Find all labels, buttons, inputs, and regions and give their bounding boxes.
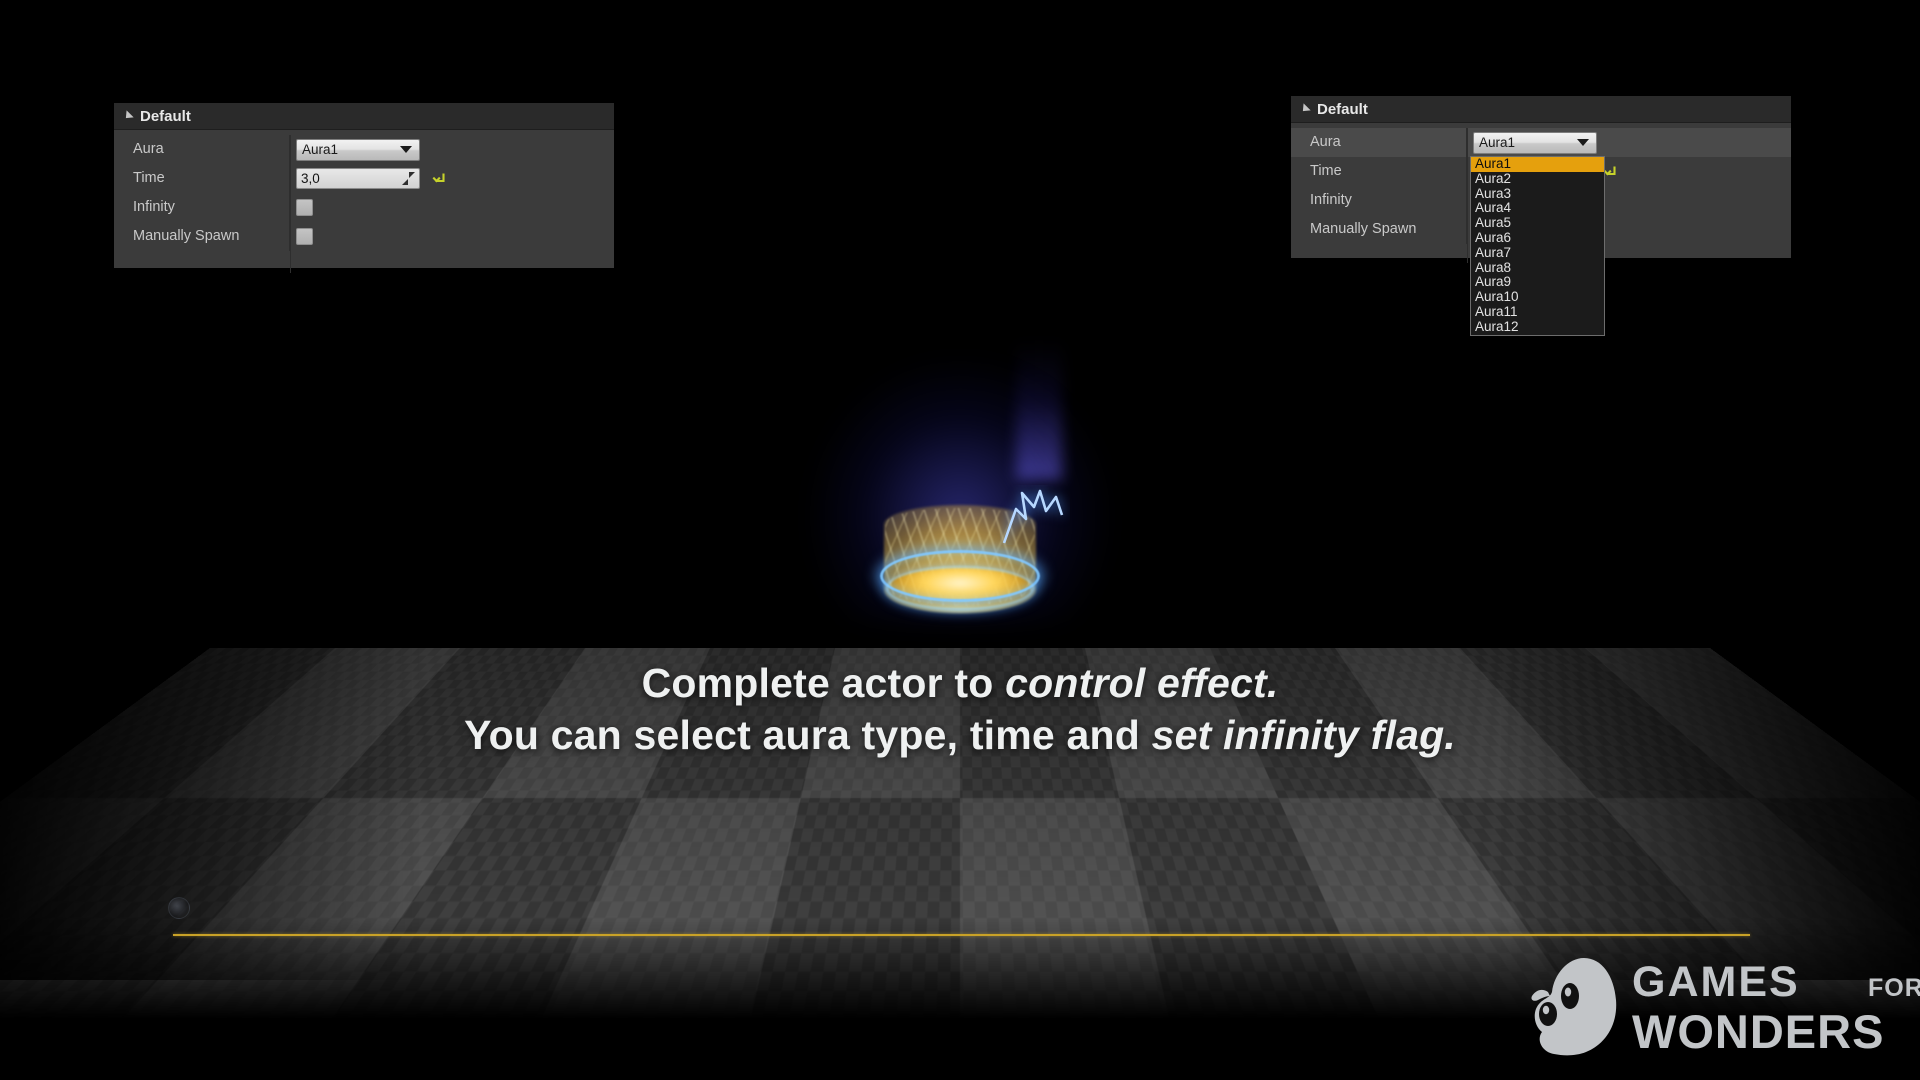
caption-line2-plain: You can select aura type, time and xyxy=(464,712,1152,758)
dropdown-option-aura2[interactable]: Aura2 xyxy=(1471,171,1604,187)
collapse-triangle-icon[interactable] xyxy=(122,110,134,122)
time-input-value-left: 3,0 xyxy=(301,171,320,186)
property-label-manually-spawn-right: Manually Spawn xyxy=(1291,215,1467,244)
property-label-time-left: Time xyxy=(114,164,290,193)
property-value-infinity-left xyxy=(290,193,614,222)
property-value-manually-spawn-left xyxy=(290,222,614,251)
aura-combobox-left[interactable]: Aura1 xyxy=(296,138,420,161)
aura-dropdown-list[interactable]: Aura1 Aura2 Aura3 Aura4 Aura5 Aura6 Aura7 Aura8… xyxy=(1470,156,1605,336)
dropdown-option-aura9[interactable]: Aura9 xyxy=(1471,275,1604,290)
manually-spawn-checkbox-left[interactable] xyxy=(296,228,313,245)
chevron-down-icon[interactable] xyxy=(1577,139,1589,146)
property-row-time-left: Time 3,0 xyxy=(114,164,614,193)
property-label-aura-left: Aura xyxy=(114,135,290,164)
logo-text-games: GAMES xyxy=(1632,958,1800,1006)
panel-title-left: Default xyxy=(140,107,191,125)
caption-line-1: Complete actor to control effect. xyxy=(0,660,1920,707)
screenshot-root: Complete actor to control effect. You ca… xyxy=(0,0,1920,1080)
time-input-left[interactable]: 3,0 xyxy=(296,168,420,189)
property-row-aura-right[interactable]: Aura Aura1 xyxy=(1291,128,1791,157)
logo-text-for: FOR xyxy=(1868,974,1920,1002)
dropdown-option-aura8[interactable]: Aura8 xyxy=(1471,260,1604,276)
property-value-time-left: 3,0 xyxy=(290,164,614,193)
aura-electric-ring-secondary xyxy=(886,566,1034,610)
dropdown-option-aura7[interactable]: Aura7 xyxy=(1471,245,1604,261)
chevron-down-icon[interactable] xyxy=(400,146,412,153)
property-row-manually-spawn-left: Manually Spawn xyxy=(114,222,614,251)
column-splitter-right[interactable] xyxy=(1467,128,1468,263)
property-label-aura-right: Aura xyxy=(1291,128,1467,157)
property-label-infinity-left: Infinity xyxy=(114,193,290,222)
panel-body-left: Aura Aura1 Time 3,0 Infinity Manually Sp… xyxy=(114,135,614,273)
collapse-triangle-icon[interactable] xyxy=(1299,103,1311,115)
property-label-time-right: Time xyxy=(1291,157,1467,186)
dropdown-option-aura10[interactable]: Aura10 xyxy=(1471,289,1604,305)
ghost-mascot-icon xyxy=(1531,958,1617,1056)
dropdown-option-aura11[interactable]: Aura11 xyxy=(1471,304,1604,320)
property-label-infinity-right: Infinity xyxy=(1291,186,1467,215)
corner-orb-decoration xyxy=(168,897,190,919)
dropdown-option-aura4[interactable]: Aura4 xyxy=(1471,201,1604,216)
caption-line1-plain: Complete actor to xyxy=(641,660,1006,706)
caption-line2-emphasis: set infinity flag. xyxy=(1151,712,1456,758)
dropdown-option-aura5[interactable]: Aura5 xyxy=(1471,215,1604,231)
property-row-aura-left: Aura Aura1 xyxy=(114,135,614,164)
property-row-infinity-left: Infinity xyxy=(114,193,614,222)
brand-logo: GAMES FOR WONDERS xyxy=(1520,952,1920,1070)
aura-combobox-right[interactable]: Aura1 xyxy=(1473,131,1597,154)
panel-header-left[interactable]: Default xyxy=(114,103,614,130)
dropdown-option-aura3[interactable]: Aura3 xyxy=(1471,186,1604,202)
caption-line-2: You can select aura type, time and set i… xyxy=(0,712,1920,759)
property-label-manually-spawn-left: Manually Spawn xyxy=(114,222,290,251)
reset-arrow-icon[interactable] xyxy=(432,171,448,187)
dropdown-option-aura12[interactable]: Aura12 xyxy=(1471,319,1604,335)
details-panel-left: Default Aura Aura1 Time 3,0 Infinity Man… xyxy=(114,103,614,273)
property-value-aura-right: Aura1 xyxy=(1467,128,1791,157)
aura-combobox-value-left: Aura1 xyxy=(302,142,339,157)
infinity-checkbox-left[interactable] xyxy=(296,199,313,216)
lightning-bolt-icon xyxy=(1002,489,1064,544)
aura-combobox-value-right: Aura1 xyxy=(1479,135,1516,150)
caption-line1-emphasis: control effect. xyxy=(1005,660,1279,706)
dropdown-option-aura1[interactable]: Aura1 xyxy=(1471,156,1604,172)
gold-divider-line xyxy=(173,934,1750,936)
logo-text-wonders: WONDERS xyxy=(1632,1005,1885,1058)
property-value-aura-left: Aura1 xyxy=(290,135,614,164)
panel-header-right[interactable]: Default xyxy=(1291,96,1791,123)
column-splitter-left[interactable] xyxy=(290,135,291,273)
drag-spinner-icon[interactable] xyxy=(402,172,415,185)
panel-title-right: Default xyxy=(1317,100,1368,118)
dropdown-option-aura6[interactable]: Aura6 xyxy=(1471,230,1604,246)
reset-arrow-icon[interactable] xyxy=(1603,164,1619,180)
